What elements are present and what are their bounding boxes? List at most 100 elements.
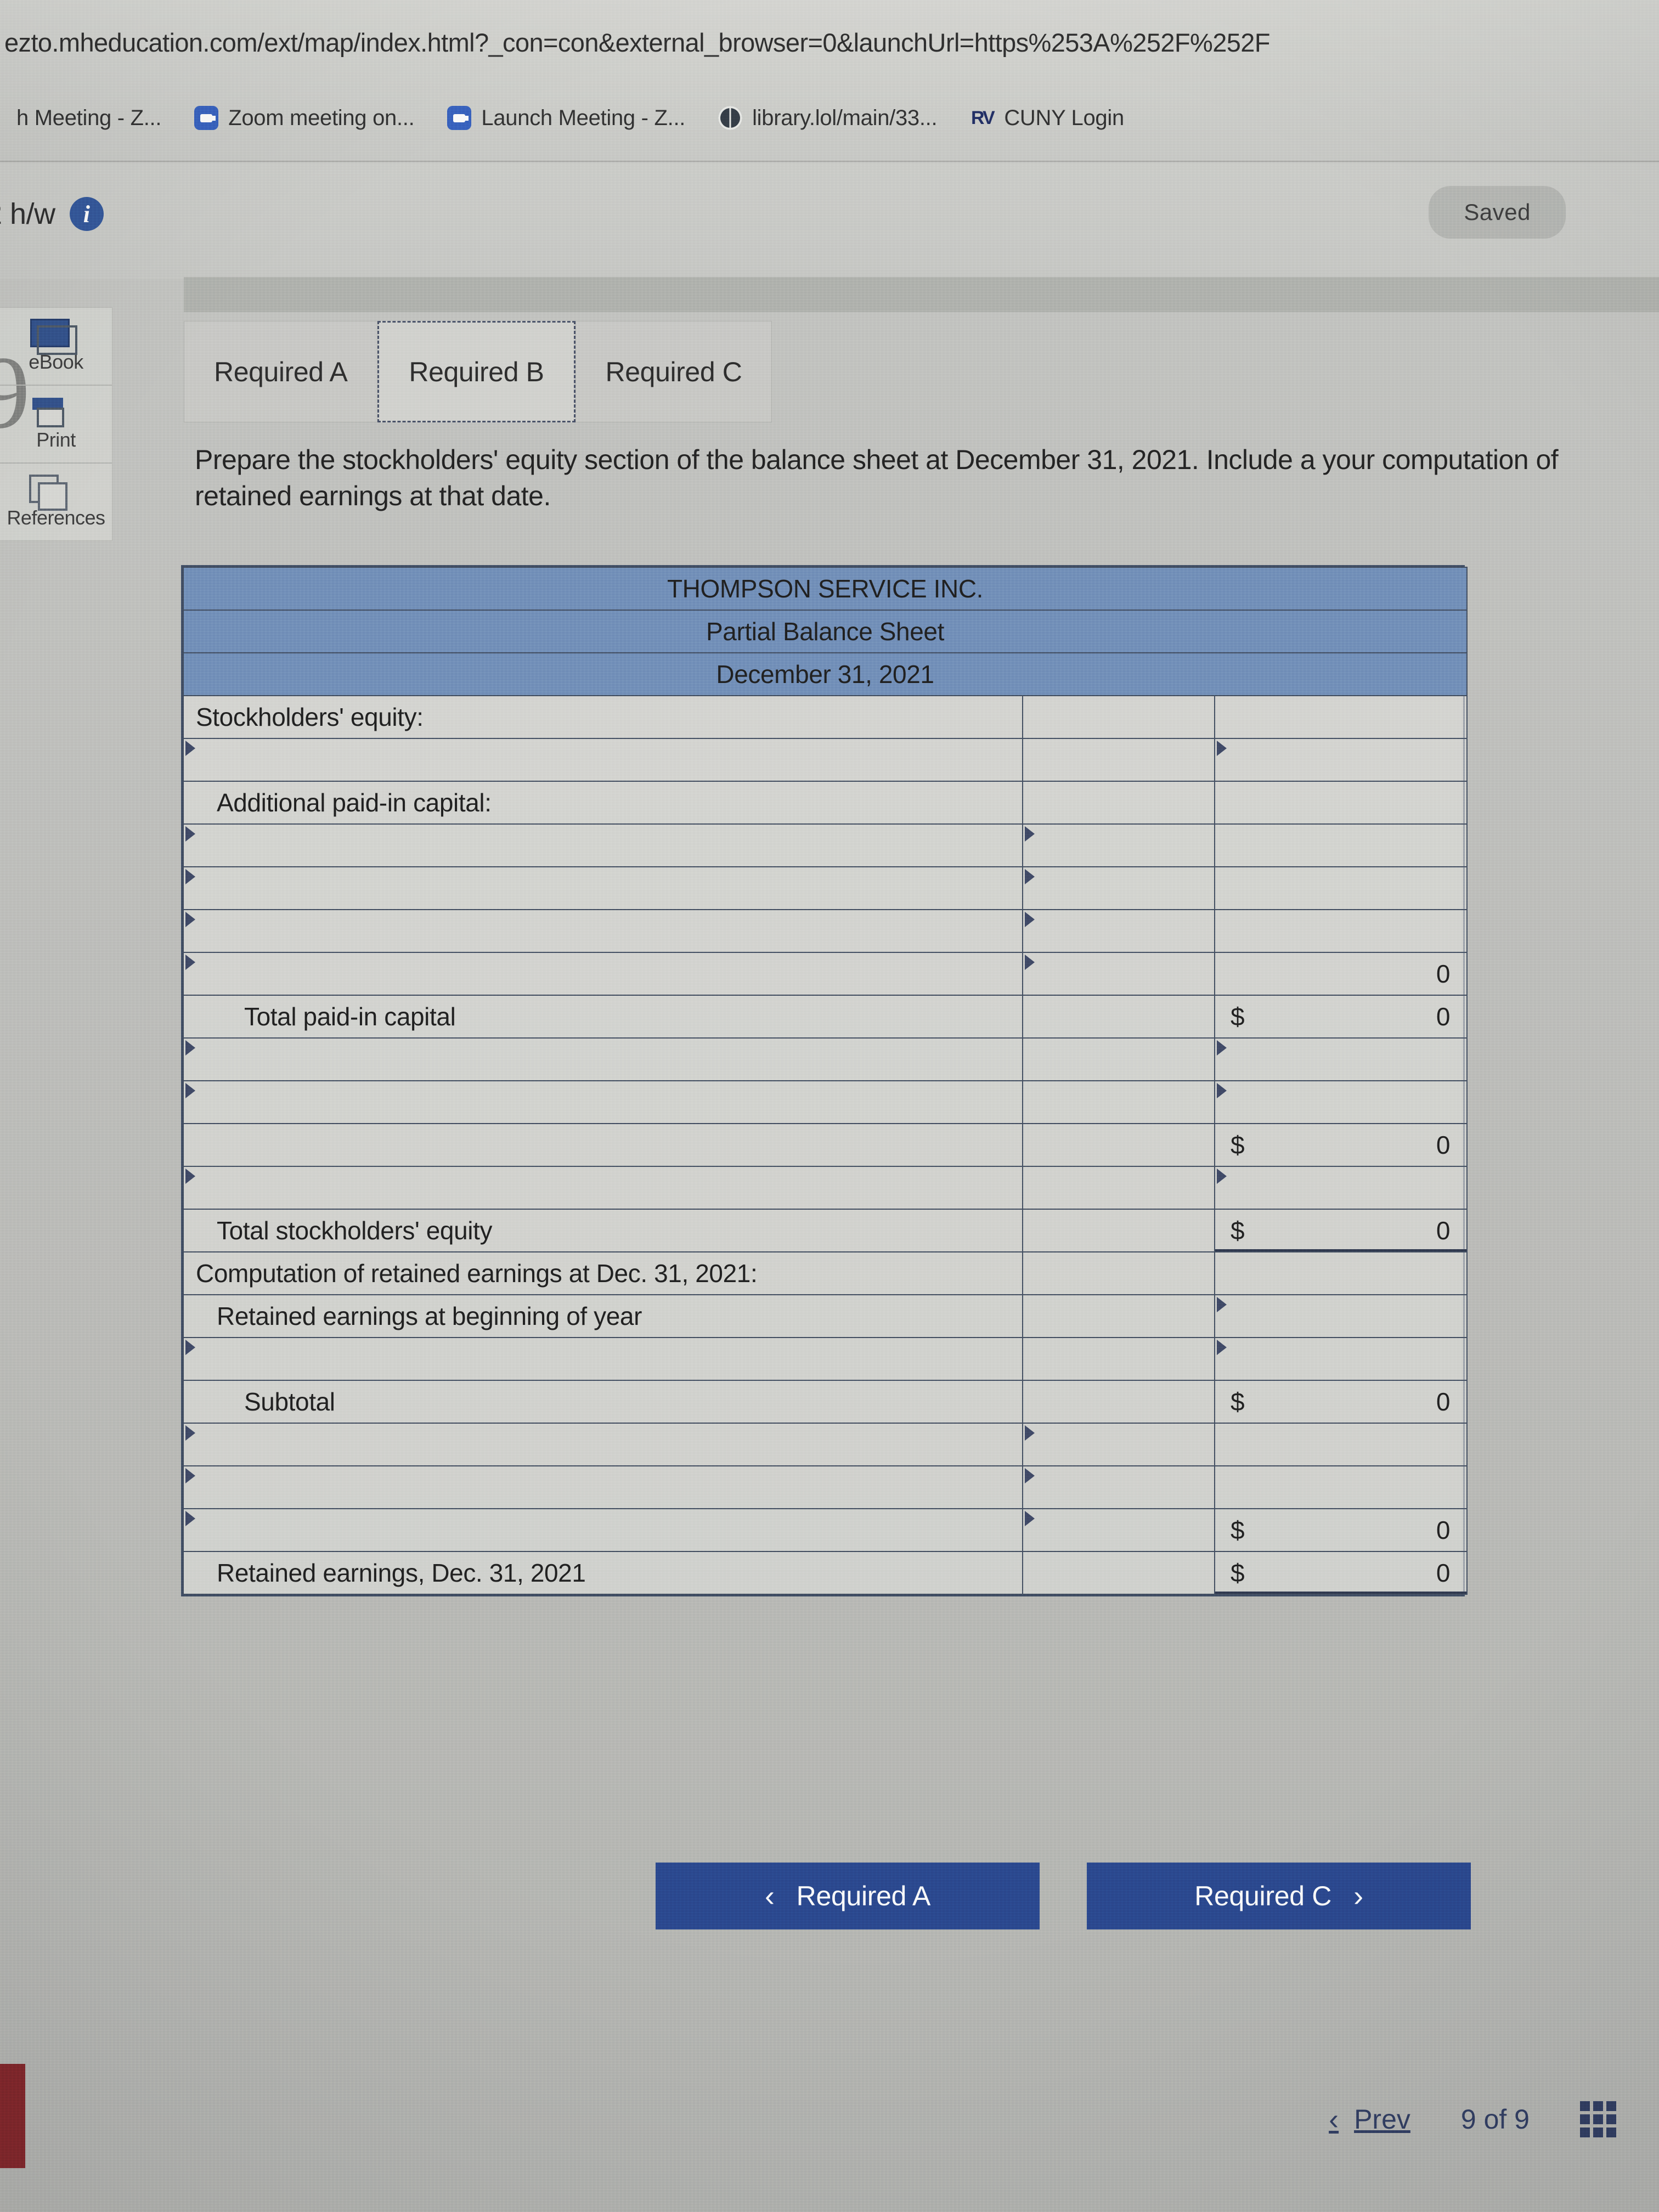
row-value-cell[interactable]: $ 0 xyxy=(1214,1551,1468,1595)
question-position: 9 of 9 xyxy=(1460,2104,1530,2135)
sidebar-item-references[interactable]: References xyxy=(0,463,112,541)
row-mid-cell[interactable] xyxy=(1022,1508,1215,1552)
row-mid-cell[interactable] xyxy=(1022,866,1215,910)
prev-question-label: Prev xyxy=(1354,2104,1410,2135)
row-mid-cell[interactable] xyxy=(1022,1251,1215,1295)
row-value-cell[interactable]: $ 0 xyxy=(1214,1209,1468,1252)
row-mid-cell[interactable] xyxy=(1022,823,1215,867)
grid-view-icon[interactable] xyxy=(1580,2101,1616,2137)
tab-required-a[interactable]: Required A xyxy=(184,321,378,422)
row-value-cell[interactable] xyxy=(1214,1251,1468,1295)
row-value-cell[interactable] xyxy=(1214,1294,1468,1338)
row-label-dropdown[interactable] xyxy=(183,866,1023,910)
table-row: Retained earnings, Dec. 31, 2021 $ 0 xyxy=(183,1551,1468,1595)
row-mid-cell[interactable] xyxy=(1022,1380,1215,1424)
table-row xyxy=(183,1080,1468,1124)
row-value-cell[interactable] xyxy=(1214,1423,1468,1466)
row-value: 0 xyxy=(1436,1516,1451,1544)
row-mid-cell[interactable] xyxy=(1022,1551,1215,1595)
bookmark-label: CUNY Login xyxy=(1004,105,1124,130)
row-label-dropdown[interactable] xyxy=(183,1465,1023,1509)
row-value-cell[interactable] xyxy=(1214,1337,1468,1381)
row-label-dropdown[interactable] xyxy=(183,1166,1023,1210)
worksheet: THOMPSON SERVICE INC. Partial Balance Sh… xyxy=(181,565,1468,1596)
row-mid-cell[interactable] xyxy=(1022,1337,1215,1381)
row-label[interactable] xyxy=(183,1123,1023,1167)
row-label-dropdown[interactable] xyxy=(183,909,1023,953)
sidebar-item-ebook[interactable]: eBook xyxy=(0,307,112,385)
row-value-cell[interactable] xyxy=(1214,1166,1468,1210)
bookmark-item[interactable]: Launch Meeting - Z... xyxy=(431,106,702,131)
row-value-cell[interactable] xyxy=(1214,909,1468,953)
row-label-dropdown[interactable] xyxy=(183,1508,1023,1552)
row-value-cell[interactable]: $ 0 xyxy=(1214,1508,1468,1552)
row-mid-cell[interactable] xyxy=(1022,909,1215,953)
row-value-cell[interactable]: $ 0 xyxy=(1214,1380,1468,1424)
bookmark-label: h Meeting - Z... xyxy=(16,105,162,130)
url-bar[interactable]: ezto.mheducation.com/ext/map/index.html?… xyxy=(4,22,1656,63)
bookmark-item[interactable]: Zoom meeting on... xyxy=(178,106,431,131)
table-row xyxy=(183,1337,1468,1381)
row-label[interactable]: Additional paid-in capital: xyxy=(183,781,1023,825)
row-value-cell[interactable] xyxy=(1214,1080,1468,1124)
table-row xyxy=(183,1423,1468,1466)
row-value-cell[interactable] xyxy=(1214,1465,1468,1509)
row-mid-cell[interactable] xyxy=(1022,995,1215,1039)
bookmark-label: Launch Meeting - Z... xyxy=(481,105,686,130)
row-mid-cell[interactable] xyxy=(1022,1123,1215,1167)
balance-sheet-table: THOMPSON SERVICE INC. Partial Balance Sh… xyxy=(183,567,1468,1595)
row-value-cell[interactable] xyxy=(1214,781,1468,825)
bookmark-item[interactable]: h Meeting - Z... xyxy=(0,106,178,131)
assignment-title-text: 2 h/w xyxy=(0,198,55,230)
tab-required-c[interactable]: Required C xyxy=(575,321,772,422)
row-mid-cell[interactable] xyxy=(1022,1423,1215,1466)
info-icon[interactable]: i xyxy=(69,197,104,231)
row-mid-cell[interactable] xyxy=(1022,1037,1215,1081)
row-value-cell[interactable] xyxy=(1214,823,1468,867)
row-mid-cell[interactable] xyxy=(1022,1080,1215,1124)
row-value-cell[interactable]: 0 xyxy=(1214,952,1468,996)
row-value-cell[interactable] xyxy=(1214,738,1468,782)
row-value-cell[interactable] xyxy=(1214,1037,1468,1081)
row-label[interactable]: Retained earnings, Dec. 31, 2021 xyxy=(183,1551,1023,1595)
row-label-dropdown[interactable] xyxy=(183,1080,1023,1124)
row-value-cell[interactable] xyxy=(1214,695,1468,739)
row-mid-cell[interactable] xyxy=(1022,1294,1215,1338)
row-label[interactable]: Retained earnings at beginning of year xyxy=(183,1294,1023,1338)
next-requirement-button[interactable]: Required C › xyxy=(1087,1863,1471,1929)
tab-required-b[interactable]: Required B xyxy=(377,321,575,422)
row-label-dropdown[interactable] xyxy=(183,1037,1023,1081)
row-mid-cell[interactable] xyxy=(1022,695,1215,739)
row-value-cell[interactable]: $ 0 xyxy=(1214,1123,1468,1167)
row-value-cell[interactable]: $ 0 xyxy=(1214,995,1468,1039)
prev-requirement-button[interactable]: ‹ Required A xyxy=(656,1863,1040,1929)
sidebar-item-print[interactable]: Print xyxy=(0,385,112,463)
row-label-dropdown[interactable] xyxy=(183,1337,1023,1381)
row-mid-cell[interactable] xyxy=(1022,781,1215,825)
row-label[interactable]: Total stockholders' equity xyxy=(183,1209,1023,1252)
bookmark-item[interactable]: library.lol/main/33... xyxy=(702,106,953,131)
row-label[interactable]: Total paid-in capital xyxy=(183,995,1023,1039)
chevron-right-icon: › xyxy=(1353,1880,1363,1912)
bookmark-item[interactable]: RV CUNY Login xyxy=(953,106,1141,131)
table-row xyxy=(183,1037,1468,1081)
row-label[interactable]: Computation of retained earnings at Dec.… xyxy=(183,1251,1023,1295)
row-mid-cell[interactable] xyxy=(1022,1465,1215,1509)
row-mid-cell[interactable] xyxy=(1022,738,1215,782)
row-label-dropdown[interactable] xyxy=(183,738,1023,782)
row-value: 0 xyxy=(1436,1559,1451,1587)
row-label-dropdown[interactable] xyxy=(183,952,1023,996)
row-mid-cell[interactable] xyxy=(1022,1209,1215,1252)
next-requirement-label: Required C xyxy=(1194,1881,1332,1911)
row-label-dropdown[interactable] xyxy=(183,823,1023,867)
row-value-cell[interactable] xyxy=(1214,866,1468,910)
question-pager: ‹ Prev 9 of 9 xyxy=(1329,2101,1616,2137)
row-label[interactable]: Subtotal xyxy=(183,1380,1023,1424)
prev-question-button[interactable]: ‹ Prev xyxy=(1329,2103,1410,2135)
row-label[interactable]: Stockholders' equity: xyxy=(183,695,1023,739)
statement-date: December 31, 2021 xyxy=(183,652,1468,696)
row-mid-cell[interactable] xyxy=(1022,1166,1215,1210)
row-mid-cell[interactable] xyxy=(1022,952,1215,996)
row-label-dropdown[interactable] xyxy=(183,1423,1023,1466)
bookmarks-bar: h Meeting - Z... Zoom meeting on... Laun… xyxy=(0,88,1659,148)
